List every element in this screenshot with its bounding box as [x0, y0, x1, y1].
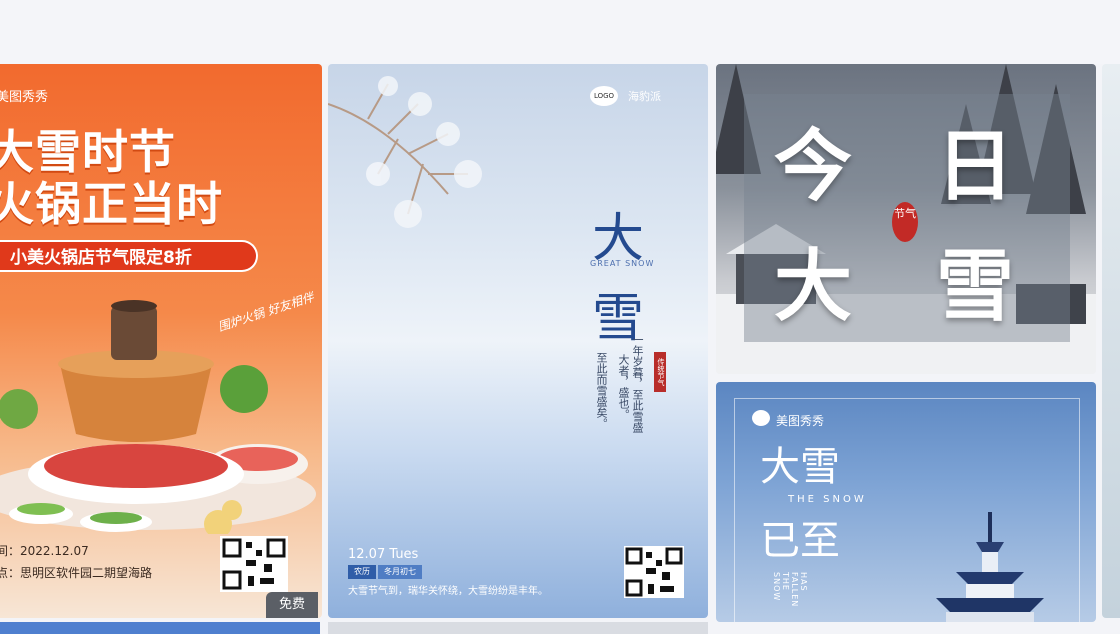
template-card-today-snow[interactable]: 今 日 大 雪 节气	[716, 64, 1096, 374]
brand-label: 海豹派	[628, 90, 661, 103]
tower-illustration	[936, 512, 1044, 622]
event-date: 间：2022.12.07	[0, 544, 89, 558]
template-card-hotpot[interactable]: 美图秀秀 大雪时节 火锅正当时 小美火锅店节气限定8折 围炉火锅 好友相伴 间：…	[0, 64, 322, 618]
lunar-date-tag: 冬月初七	[378, 565, 422, 579]
title-line-1: 大雪	[760, 444, 840, 490]
frosted-branch-illustration	[328, 76, 482, 228]
title-character-3: 大	[774, 242, 853, 332]
qr-code	[624, 546, 684, 598]
free-badge: 免费	[266, 592, 318, 618]
brand-logo-icon	[752, 410, 770, 426]
title-character-1: 今	[774, 122, 853, 212]
next-row-card[interactable]	[0, 622, 320, 634]
title-line-2: 已至	[760, 518, 840, 564]
date-label: 12.07 Tues	[348, 547, 419, 562]
bottom-greeting: 大雪节气到，瑞华关怀绕，大雪纷纷是丰年。	[348, 586, 548, 597]
template-card-partial[interactable]	[1102, 64, 1120, 618]
template-card-great-snow[interactable]: LOGO 海豹派 大 GREAT SNOW 雪 至此而雪盛矣。 大者，盛也。 一…	[328, 64, 708, 618]
title-line-1: 大雪时节	[0, 125, 176, 179]
vertical-english: HAS FALLEN THE SNOW	[772, 572, 808, 608]
poster-title: 大雪时节 火锅正当时	[0, 126, 223, 230]
brand-label: 美图秀秀	[776, 414, 825, 428]
hotpot-illustration	[0, 300, 316, 534]
brand-label: 美图秀秀	[0, 90, 49, 105]
template-card-snow-arrived[interactable]: 美图秀秀 大雪 THE SNOW 已至 HAS FALLEN THE SNOW	[716, 382, 1096, 622]
promo-band: 小美火锅店节气限定8折	[0, 240, 258, 272]
top-bar	[0, 0, 1120, 64]
vertical-text-left: 至此而雪盛矣。	[595, 352, 608, 429]
logo-badge: LOGO	[590, 86, 618, 106]
title-character-4: 雪	[936, 242, 1015, 332]
seal-stamp: 传统节气	[654, 352, 666, 392]
seal-stamp: 节气	[892, 202, 918, 242]
vertical-text-right: 一年岁暮，至此雪盛	[631, 334, 644, 433]
lunar-tag: 农历	[348, 565, 376, 579]
next-row-card[interactable]	[328, 622, 708, 634]
event-address: 点：思明区软件园二期望海路	[0, 566, 153, 580]
event-info: 间：2022.12.07 点：思明区软件园二期望海路	[0, 540, 152, 584]
title-character-2: 日	[936, 122, 1015, 212]
qr-code	[220, 536, 288, 592]
english-subtitle: GREAT SNOW	[590, 259, 655, 268]
english-subtitle: THE SNOW	[788, 494, 867, 505]
title-line-2: 火锅正当时	[0, 177, 223, 231]
vertical-text-mid: 大者，盛也。	[617, 354, 630, 420]
